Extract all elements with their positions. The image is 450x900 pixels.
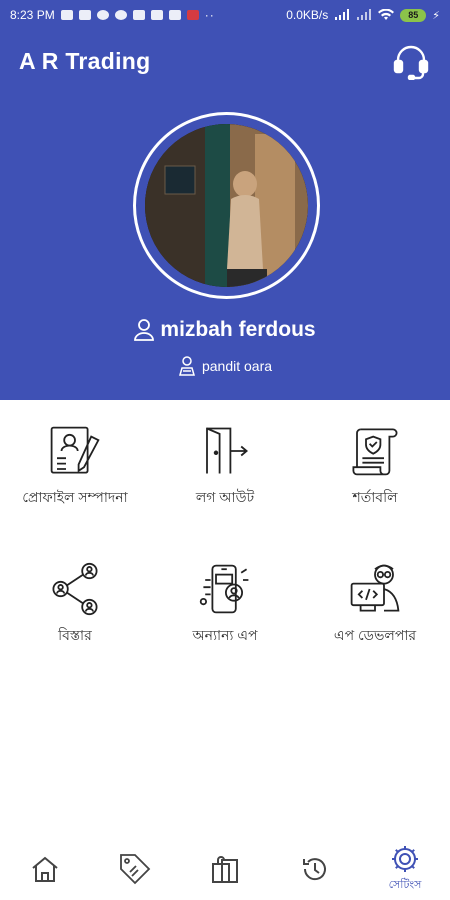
menu-edit-profile[interactable]: প্রোফাইল সম্পাদনা xyxy=(0,400,150,510)
logout-door-icon xyxy=(206,427,249,474)
nav-shop[interactable] xyxy=(180,838,270,900)
signal-icon xyxy=(335,9,350,20)
menu-logout[interactable]: লগ আউট xyxy=(150,400,300,510)
messenger-icon xyxy=(114,10,127,20)
message-icon xyxy=(60,10,73,20)
headset-icon xyxy=(393,45,429,80)
status-bar: 8:23 PM ·· 0.0KB/s 85 ⚡ xyxy=(0,0,450,30)
nav-home[interactable] xyxy=(0,838,90,900)
avatar-ring xyxy=(133,112,320,299)
menu-label: প্রোফাইল সম্পাদনা xyxy=(22,489,128,505)
profile-header: mizbah ferdous pandit oara xyxy=(0,92,450,400)
menu-terms[interactable]: শর্তাবলি xyxy=(300,400,450,510)
shopping-bag-icon xyxy=(212,856,238,883)
menu-label: অন্যান্য এপ xyxy=(192,627,258,643)
nav-history[interactable] xyxy=(270,838,360,900)
menu-share[interactable]: বিস্তার xyxy=(0,538,150,648)
nav-sale[interactable] xyxy=(90,838,180,900)
chat-icon xyxy=(78,10,91,20)
menu-developer[interactable]: এপ ডেভলপার xyxy=(300,538,450,648)
nav-settings[interactable]: সেটিংস xyxy=(360,838,450,900)
network-speed: 0.0KB/s xyxy=(286,8,329,22)
sale-tag-icon xyxy=(120,854,151,885)
battery-indicator: 85 xyxy=(400,8,427,22)
menu-label: এপ ডেভলপার xyxy=(333,627,417,643)
charging-icon: ⚡ xyxy=(432,9,440,22)
bottom-nav: সেটিংস xyxy=(0,838,450,900)
location-person-icon xyxy=(178,356,195,376)
edit-profile-icon xyxy=(50,426,100,474)
developer-icon xyxy=(350,564,400,612)
menu-label: শর্তাবলি xyxy=(352,489,398,505)
user-icon xyxy=(134,319,155,341)
status-time: 8:23 PM xyxy=(10,8,55,22)
menu-other-apps[interactable]: অন্যান্য এপ xyxy=(150,538,300,648)
other-apps-phone-icon xyxy=(199,564,249,614)
facebook-icon xyxy=(96,10,109,20)
user-location-row: pandit oara xyxy=(0,356,450,376)
history-clock-icon xyxy=(303,858,326,881)
app-notification-icon xyxy=(168,10,181,20)
user-name-row: mizbah ferdous xyxy=(0,318,450,342)
user-location: pandit oara xyxy=(201,358,273,374)
app-bar: A R Trading xyxy=(0,30,450,92)
home-icon xyxy=(32,856,58,882)
notification-icon xyxy=(150,10,163,20)
user-name: mizbah ferdous xyxy=(160,318,316,341)
status-right: 0.0KB/s 85 ⚡ xyxy=(286,8,440,22)
menu-label: লগ আউট xyxy=(195,489,255,505)
nav-settings-label: সেটিংস xyxy=(388,878,422,891)
app-title: A R Trading xyxy=(19,47,151,74)
terms-scroll-icon xyxy=(352,428,398,476)
signal2-icon xyxy=(357,9,372,20)
app2-notification-icon xyxy=(186,10,199,20)
avatar-photo xyxy=(145,124,308,287)
support-button[interactable] xyxy=(391,41,431,81)
more-notifications-icon: ·· xyxy=(204,8,215,22)
settings-gear-icon xyxy=(392,845,418,872)
status-left: 8:23 PM ·· xyxy=(10,8,215,22)
share-network-icon xyxy=(52,562,98,616)
avatar[interactable] xyxy=(145,124,308,287)
send-icon xyxy=(132,10,145,20)
wifi-icon xyxy=(378,9,395,20)
menu-label: বিস্তার xyxy=(58,627,92,643)
